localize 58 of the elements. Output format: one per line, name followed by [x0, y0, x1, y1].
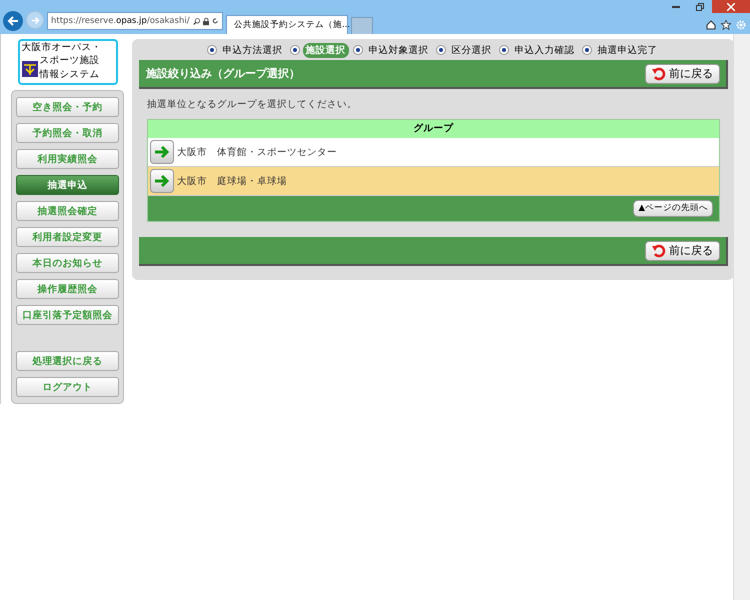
back-button[interactable]: 前に戻る	[645, 240, 720, 260]
table-cell: 大阪市 体育館・スポーツセンター	[177, 146, 337, 158]
search-icon[interactable]	[192, 16, 200, 26]
address-bar[interactable]: https://reserve.opas.jp/osakashi/	[47, 12, 223, 30]
browser-tab[interactable]: 公共施設予約システム（施...	[226, 15, 348, 34]
step-bullet-icon	[582, 45, 592, 55]
menu-button[interactable]: 利用者設定変更	[16, 227, 119, 247]
menu-button[interactable]: 処理選択に戻る	[16, 351, 119, 371]
menu-button[interactable]: 予約照会・取消	[16, 123, 119, 143]
star-icon[interactable]	[721, 20, 731, 30]
page-top-button[interactable]: ▲ページの先頭へ	[633, 200, 713, 216]
refresh-icon[interactable]	[212, 17, 220, 25]
logo-text: 情報システム	[40, 68, 100, 82]
emblem-icon	[22, 60, 38, 77]
home-icon[interactable]	[706, 20, 716, 30]
step-bullet-icon	[436, 45, 446, 55]
menu-button[interactable]: 空き照会・予約	[16, 97, 119, 117]
instruction-text: 抽選単位となるグループを選択してください。	[147, 98, 358, 111]
lock-icon	[202, 16, 210, 26]
menu-button[interactable]: 抽選申込	[16, 175, 119, 195]
menu-button[interactable]: 操作履歴照会	[16, 279, 119, 299]
step-bullet-icon	[206, 45, 216, 55]
arrow-right-icon	[154, 174, 170, 188]
arrow-right-icon	[30, 16, 40, 24]
menu-button[interactable]: 口座引落予定額照会	[16, 305, 119, 325]
step-bullet-icon	[290, 45, 300, 55]
menu-button[interactable]: ログアウト	[16, 377, 119, 397]
step-label: 申込方法選択	[222, 44, 284, 58]
back-button[interactable]: 前に戻る	[645, 64, 720, 84]
table-row[interactable]: 大阪市 庭球場・卓球場	[148, 167, 719, 196]
arrow-left-icon	[7, 15, 19, 27]
step-label: 区分選択	[450, 44, 492, 58]
menu-button[interactable]: 本日のお知らせ	[16, 253, 119, 273]
scrollbar[interactable]	[733, 34, 750, 600]
select-button[interactable]	[150, 140, 174, 164]
step-label: 施設選択	[302, 42, 348, 58]
step-label: 抽選申込完了	[596, 44, 658, 58]
undo-arrow-icon	[652, 66, 666, 80]
table-row[interactable]: 大阪市 体育館・スポーツセンター	[148, 138, 719, 167]
menu-button[interactable]: 利用実績照会	[16, 149, 119, 169]
arrow-right-icon	[154, 145, 170, 159]
select-button[interactable]	[150, 169, 174, 193]
close-icon	[727, 2, 735, 10]
undo-arrow-icon	[652, 244, 666, 258]
close-button[interactable]	[712, 0, 750, 13]
logo-text: スポーツ施設	[40, 55, 100, 68]
back-button[interactable]	[3, 11, 23, 31]
restore-icon	[696, 2, 704, 10]
logo-text: 大阪市オーパス・	[22, 42, 102, 55]
step-label: 申込対象選択	[368, 44, 430, 58]
page-title: 施設絞り込み（グループ選択）	[146, 66, 300, 81]
menu-button[interactable]: 抽選照会確定	[16, 201, 119, 221]
minimize-icon	[672, 6, 680, 8]
step-bullet-icon	[498, 45, 508, 55]
step-bullet-icon	[352, 45, 362, 55]
step-label: 申込入力確認	[514, 44, 576, 58]
column-header: グループ	[148, 120, 719, 138]
table-cell: 大阪市 庭球場・卓球場	[177, 174, 287, 188]
